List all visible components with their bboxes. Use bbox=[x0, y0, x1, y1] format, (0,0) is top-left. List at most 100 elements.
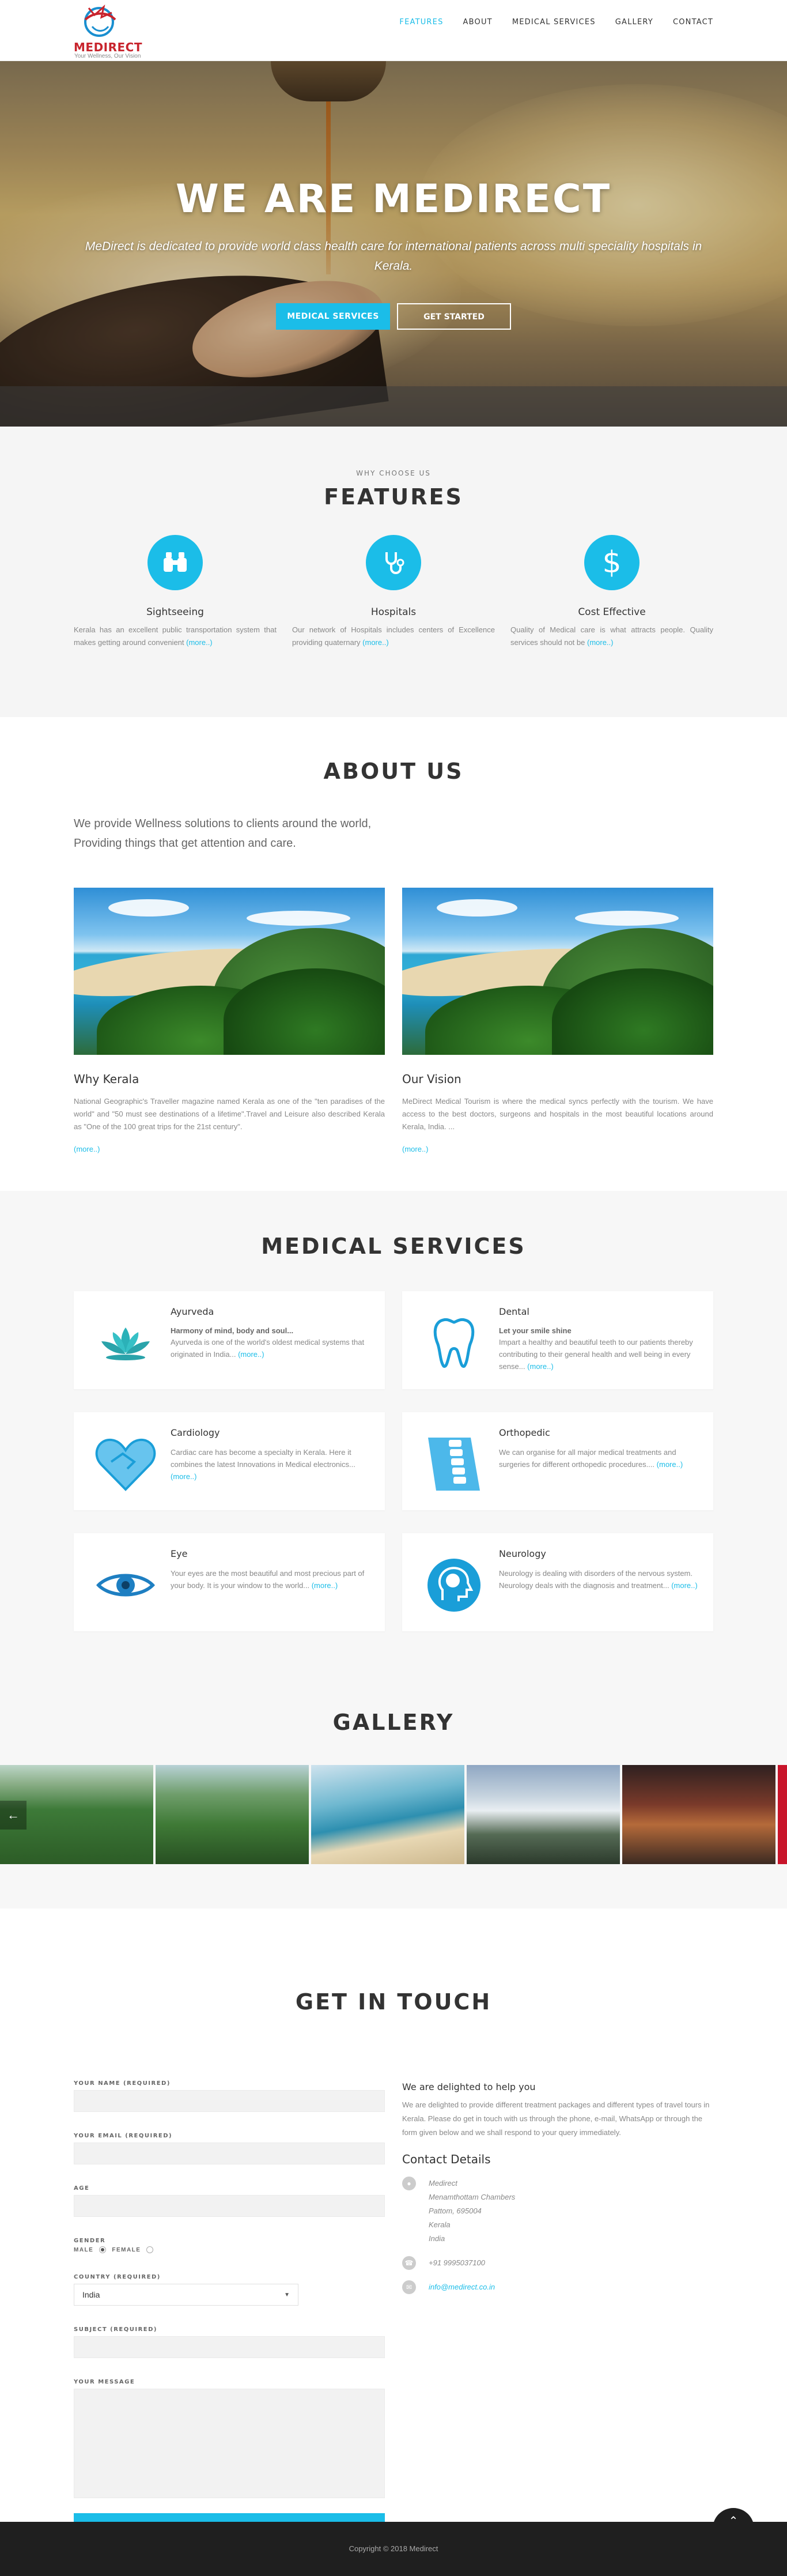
gender-options: MALE FEMALE bbox=[74, 2246, 385, 2253]
logo[interactable]: MEDIRECT Your Wellness, Our Vision bbox=[74, 2, 166, 59]
get-started-button[interactable]: GET STARTED bbox=[397, 303, 511, 330]
more-link[interactable]: (more..) bbox=[587, 638, 614, 647]
contact-details-title: Contact Details bbox=[402, 2152, 491, 2166]
brain-icon bbox=[419, 1557, 489, 1613]
phone-row: ☎ +91 9995037100 bbox=[402, 2256, 713, 2270]
info-text: We are delighted to provide different tr… bbox=[402, 2100, 710, 2137]
carousel-prev-arrow-icon[interactable]: ← bbox=[0, 1801, 27, 1830]
service-neurology: Neurology Neurology is dealing with diso… bbox=[402, 1533, 713, 1631]
service-title: Dental bbox=[499, 1306, 529, 1317]
nav-about[interactable]: ABOUT bbox=[463, 18, 493, 27]
about-column-title: Our Vision bbox=[402, 1072, 461, 1086]
address: Medirect Menamthottam Chambers Pattom, 6… bbox=[429, 2179, 516, 2243]
address-row: ● Medirect Menamthottam Chambers Pattom,… bbox=[402, 2177, 713, 2246]
service-eye: Eye Your eyes are the most beautiful and… bbox=[74, 1533, 385, 1631]
chevron-down-icon: ▼ bbox=[284, 2291, 290, 2298]
service-title: Neurology bbox=[499, 1548, 546, 1559]
medical-title: MEDICAL SERVICES bbox=[261, 1234, 526, 1259]
feature-hospitals: Hospitals Our network of Hospitals inclu… bbox=[292, 535, 495, 649]
service-text: Impart a healthy and beautiful teeth to … bbox=[499, 1338, 693, 1371]
location-pin-icon: ● bbox=[402, 2177, 416, 2190]
gallery-image[interactable] bbox=[778, 1765, 787, 1864]
about-our-vision: Our Vision MeDirect Medical Tourism is w… bbox=[402, 888, 713, 1153]
more-link[interactable]: (more..) bbox=[362, 638, 389, 647]
nav-gallery[interactable]: GALLERY bbox=[615, 18, 653, 27]
service-text: Ayurveda is one of the world's oldest me… bbox=[171, 1338, 365, 1359]
nav-medical-services[interactable]: MEDICAL SERVICES bbox=[512, 18, 596, 27]
binoculars-icon bbox=[147, 535, 203, 590]
info-heading: We are delighted to help you bbox=[402, 2081, 536, 2092]
feature-title: Hospitals bbox=[370, 606, 417, 618]
email-field[interactable] bbox=[74, 2143, 385, 2164]
nav-contact[interactable]: CONTACT bbox=[673, 18, 713, 27]
more-link[interactable]: (more..) bbox=[312, 1581, 338, 1590]
gallery-image[interactable] bbox=[311, 1765, 464, 1864]
features-grid: Sightseeing Kerala has an excellent publ… bbox=[74, 535, 713, 649]
hero-title: WE ARE MEDIRECT bbox=[175, 176, 612, 222]
service-title: Orthopedic bbox=[499, 1427, 550, 1438]
brand-tagline: Your Wellness, Our Vision bbox=[74, 53, 141, 59]
service-title: Ayurveda bbox=[171, 1306, 214, 1317]
hero-bottom-band bbox=[0, 386, 787, 427]
medical-services-section: MEDICAL SERVICES Ayurveda Harmony of min… bbox=[0, 1191, 787, 1710]
more-link[interactable]: (more..) bbox=[238, 1350, 264, 1359]
tooth-icon bbox=[419, 1315, 489, 1371]
services-grid: Ayurveda Harmony of mind, body and soul.… bbox=[74, 1291, 713, 1631]
service-text: Cardiac care has become a specialty in K… bbox=[171, 1448, 355, 1481]
age-field[interactable] bbox=[74, 2195, 385, 2217]
feature-title: Cost Effective bbox=[578, 606, 646, 618]
dollar-icon: $ bbox=[584, 535, 640, 590]
subject-field[interactable] bbox=[74, 2336, 385, 2358]
about-title: ABOUT US bbox=[323, 759, 464, 784]
nav-features[interactable]: FEATURES bbox=[399, 18, 443, 27]
message-field[interactable] bbox=[74, 2389, 385, 2498]
name-field[interactable] bbox=[74, 2090, 385, 2112]
more-link[interactable]: (more..) bbox=[402, 1145, 713, 1153]
age-label: AGE bbox=[74, 2185, 90, 2192]
country-select[interactable]: India ▼ bbox=[74, 2284, 298, 2306]
hero-subtitle: MeDirect is dedicated to provide world c… bbox=[85, 240, 702, 273]
female-radio[interactable] bbox=[146, 2246, 154, 2253]
service-text: We can organise for all major medical tr… bbox=[499, 1448, 683, 1469]
service-orthopedic: Orthopedic We can organise for all major… bbox=[402, 1412, 713, 1510]
email-link[interactable]: info@medirect.co.in bbox=[429, 2280, 495, 2294]
more-link[interactable]: (more..) bbox=[527, 1362, 554, 1371]
more-link[interactable]: (more..) bbox=[671, 1581, 698, 1590]
gallery-image[interactable] bbox=[622, 1765, 775, 1864]
mail-icon: ✉ bbox=[402, 2280, 416, 2294]
email-row: ✉ info@medirect.co.in bbox=[402, 2280, 713, 2294]
name-label: YOUR NAME (REQUIRED) bbox=[74, 2080, 171, 2087]
about-grid: Why Kerala National Geographic's Travell… bbox=[74, 888, 713, 1153]
gallery-image[interactable] bbox=[156, 1765, 309, 1864]
service-text: Your eyes are the most beautiful and mos… bbox=[171, 1569, 365, 1590]
about-intro: We provide Wellness solutions to clients… bbox=[74, 817, 372, 850]
gallery-carousel[interactable]: ← bbox=[0, 1765, 787, 1864]
feature-text: Quality of Medical care is what attracts… bbox=[510, 625, 713, 647]
more-link[interactable]: (more..) bbox=[74, 1145, 385, 1153]
subject-label: SUBJECT (REQUIRED) bbox=[74, 2326, 157, 2333]
contact-title: GET IN TOUCH bbox=[295, 1989, 492, 2015]
medical-services-button[interactable]: MEDICAL SERVICES bbox=[276, 303, 390, 330]
logo-icon bbox=[84, 4, 116, 37]
male-label: MALE bbox=[74, 2246, 94, 2253]
heart-hands-icon bbox=[91, 1436, 160, 1492]
kerala-beach-image bbox=[74, 888, 385, 1055]
contact-grid: YOUR NAME (REQUIRED) YOUR EMAIL (REQUIRE… bbox=[74, 2080, 713, 2536]
service-ayurveda: Ayurveda Harmony of mind, body and soul.… bbox=[74, 1291, 385, 1389]
features-title: FEATURES bbox=[324, 484, 463, 510]
more-link[interactable]: (more..) bbox=[186, 638, 213, 647]
phone-number[interactable]: +91 9995037100 bbox=[429, 2256, 485, 2270]
about-section: ABOUT US We provide Wellness solutions t… bbox=[0, 717, 787, 1191]
about-column-text: MeDirect Medical Tourism is where the me… bbox=[402, 1097, 713, 1131]
feature-sightseeing: Sightseeing Kerala has an excellent publ… bbox=[74, 535, 277, 649]
message-label: YOUR MESSAGE bbox=[74, 2379, 135, 2385]
service-dental: Dental Let your smile shine Impart a hea… bbox=[402, 1291, 713, 1389]
more-link[interactable]: (more..) bbox=[171, 1472, 197, 1481]
gender-label: GENDER bbox=[74, 2238, 106, 2244]
gallery-image[interactable] bbox=[467, 1765, 620, 1864]
hero-banner: WE ARE MEDIRECT MeDirect is dedicated to… bbox=[0, 61, 787, 427]
male-radio[interactable] bbox=[99, 2246, 107, 2253]
more-link[interactable]: (more..) bbox=[657, 1460, 683, 1469]
copyright: Copyright © 2018 Medirect bbox=[349, 2544, 438, 2553]
main-nav: FEATURES ABOUT MEDICAL SERVICES GALLERY … bbox=[380, 0, 713, 44]
